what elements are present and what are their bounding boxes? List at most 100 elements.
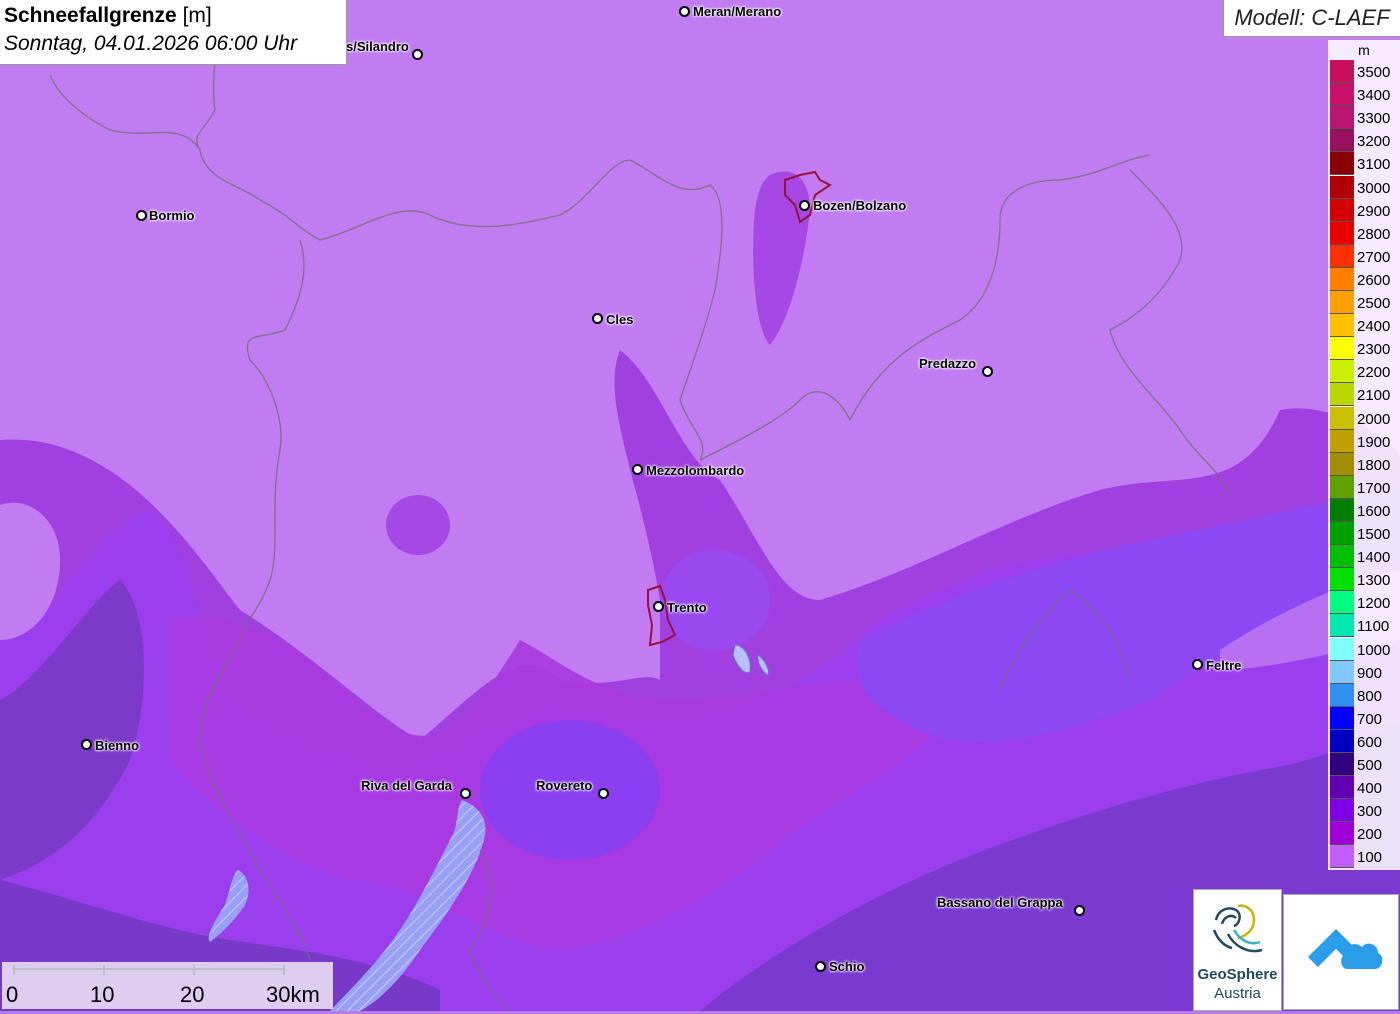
legend-label: 2600 <box>1357 271 1391 289</box>
legend-swatch <box>1330 475 1354 499</box>
legend-item: 3300 <box>1330 106 1398 130</box>
legend-swatch <box>1330 706 1354 730</box>
legend-swatch <box>1330 244 1354 268</box>
geosphere-name: GeoSphere <box>1197 966 1278 983</box>
legend-item: 2800 <box>1330 221 1398 245</box>
legend-label: 3000 <box>1357 179 1391 197</box>
title-box: Schneefallgrenze [m] Sonntag, 04.01.2026… <box>0 0 347 65</box>
legend-swatch <box>1330 637 1354 661</box>
scale-label: 10 <box>90 982 115 1007</box>
legend-label: 3100 <box>1357 156 1391 174</box>
scale-label: 30km <box>266 982 320 1007</box>
legend-item: 2200 <box>1330 360 1398 384</box>
legend-swatch <box>1330 568 1354 592</box>
legend-swatch <box>1330 498 1354 522</box>
scale-label: 20 <box>180 982 205 1007</box>
legend-label: 1800 <box>1357 456 1391 474</box>
legend-swatch <box>1330 60 1354 83</box>
legend-item: 1200 <box>1330 591 1398 615</box>
city-label: Trento <box>667 600 707 615</box>
legend-label: 1600 <box>1357 502 1391 520</box>
city-label: Bormio <box>149 208 195 223</box>
legend-swatch <box>1330 360 1354 384</box>
legend-label: 1900 <box>1357 433 1391 451</box>
geosphere-emblem-icon <box>1212 904 1263 953</box>
legend-label: 2400 <box>1357 318 1391 336</box>
legend-label: 2700 <box>1357 248 1391 266</box>
legend-label: 1200 <box>1357 595 1391 613</box>
city-label: Cles <box>606 312 634 327</box>
legend-swatch <box>1330 822 1354 846</box>
legend-label: 2300 <box>1357 341 1391 359</box>
city-label: Meran/Merano <box>693 4 782 19</box>
legend-swatch <box>1330 522 1354 545</box>
legend-swatch <box>1330 614 1354 638</box>
legend-item: 2500 <box>1330 291 1398 314</box>
city-label: s/Silandro <box>346 39 409 54</box>
legend-label: 300 <box>1357 803 1383 821</box>
color-legend: m 3500 3400 3300 3200 3100 3000 2900 2800 2700 26… <box>1328 40 1400 870</box>
legend-swatch <box>1330 799 1354 823</box>
legend-label: 2100 <box>1357 387 1391 405</box>
scale-label: 0 <box>6 982 19 1007</box>
legend-swatch <box>1330 129 1354 153</box>
legend-label: 3400 <box>1357 87 1391 105</box>
legend-swatch <box>1330 83 1354 107</box>
legend-item: 2100 <box>1330 383 1398 407</box>
legend-label: 1400 <box>1357 549 1391 567</box>
legend-swatch <box>1330 221 1354 245</box>
legend-item: 1500 <box>1330 522 1398 545</box>
map-pocket <box>386 495 450 555</box>
legend-swatch <box>1330 776 1354 800</box>
legend-item: 3000 <box>1330 175 1398 199</box>
legend-label: 1700 <box>1357 479 1391 497</box>
geosphere-logo[interactable]: GeoSphere Austria <box>1193 889 1282 1011</box>
scale-bar: 0 10 20 30km <box>2 962 333 1009</box>
legend-label: 2000 <box>1357 410 1391 428</box>
city-label: Bassano del Grappa <box>937 895 1063 910</box>
legend-label: 3200 <box>1357 133 1391 151</box>
weather-app-logo[interactable] <box>1283 894 1399 1010</box>
legend-swatch <box>1330 267 1354 291</box>
legend-label: 1300 <box>1357 572 1391 590</box>
legend-label: 200 <box>1357 826 1383 844</box>
legend-swatch <box>1330 106 1354 130</box>
legend-label: 100 <box>1357 849 1383 867</box>
legend-label: 3300 <box>1357 110 1391 128</box>
legend-item: 3200 <box>1330 129 1398 153</box>
city-label: Bienno <box>95 738 140 753</box>
legend-item: 1300 <box>1330 568 1398 592</box>
legend-item: 200 <box>1330 822 1398 846</box>
city-marker <box>1192 659 1203 670</box>
city-marker <box>136 210 147 221</box>
city-label: Schio <box>829 959 865 974</box>
legend-label: 2900 <box>1357 202 1391 220</box>
snowfall-map[interactable] <box>0 0 1400 1011</box>
legend-item: 1400 <box>1330 545 1398 569</box>
legend-label: 500 <box>1357 757 1383 774</box>
geosphere-country: Austria <box>1214 985 1261 1002</box>
city-marker <box>982 366 993 377</box>
legend-swatch <box>1330 337 1354 361</box>
legend-item: 3400 <box>1330 83 1398 107</box>
legend-swatch <box>1330 591 1354 615</box>
legend-swatch <box>1330 383 1354 407</box>
cloud-arrow-icon <box>1308 929 1383 969</box>
city-marker <box>81 739 92 750</box>
legend-item: 2400 <box>1330 314 1398 338</box>
legend-label: 900 <box>1357 664 1383 682</box>
legend-unit: m <box>1358 42 1370 58</box>
city-marker <box>679 6 690 17</box>
legend-item: 400 <box>1330 776 1398 800</box>
legend-swatch <box>1330 729 1354 753</box>
model-box: Modell: C-LAEF <box>1223 0 1400 37</box>
city-marker <box>592 313 603 324</box>
city-label: Rovereto <box>536 778 593 793</box>
legend-swatch <box>1330 291 1354 314</box>
legend-item: 600 <box>1330 729 1398 753</box>
legend-item: 100 <box>1330 845 1398 869</box>
city-marker <box>1074 905 1085 916</box>
legend-item: 2900 <box>1330 198 1398 222</box>
legend-item: 3500 <box>1330 60 1398 83</box>
map-title: Schneefallgrenze [m] <box>4 4 212 27</box>
